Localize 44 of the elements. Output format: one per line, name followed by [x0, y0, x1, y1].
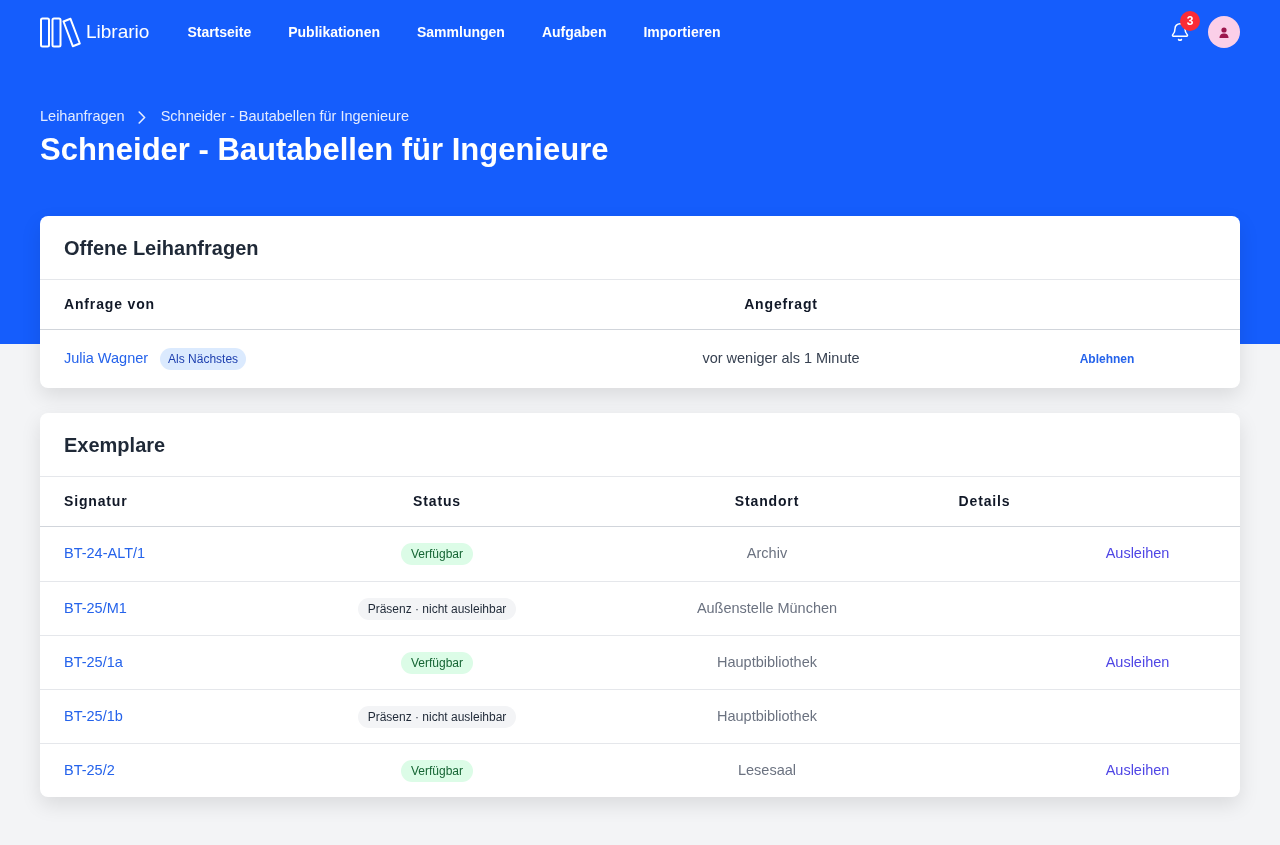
location-text: Hauptbibliothek	[717, 706, 817, 726]
column-header: Anfrage von	[64, 295, 155, 314]
call-number-link[interactable]: BT-25/2	[64, 759, 115, 782]
nav-link[interactable]: Aufgaben	[541, 21, 607, 43]
column-header: Signatur	[64, 492, 128, 511]
location-text: Archiv	[746, 544, 788, 564]
card-title: Exemplare	[64, 432, 166, 458]
column-header: Status	[413, 492, 461, 511]
column-header: Angefragt	[744, 295, 818, 314]
page-title: Schneider - Bautabellen für Ingenieure	[40, 132, 610, 168]
call-number-link[interactable]: BT-25/M1	[64, 597, 127, 620]
requester-link[interactable]: Julia Wagner	[64, 348, 149, 370]
brand-name: Librario	[86, 19, 150, 44]
nav-link[interactable]: Sammlungen	[417, 21, 505, 43]
request-time: vor weniger als 1 Minute	[702, 349, 860, 369]
call-number-link[interactable]: BT-24-ALT/1	[64, 543, 146, 565]
status-badge: Verfügbar	[400, 651, 473, 674]
column-header: Details	[958, 492, 1011, 511]
status-badge: Präsenz · nicht ausleihbar	[357, 705, 517, 728]
lend-button[interactable]: Ausleihen	[1105, 651, 1170, 674]
nav-link[interactable]: Publikationen	[288, 21, 380, 43]
card-title: Offene Leihanfragen	[64, 235, 259, 261]
call-number-link[interactable]: BT-25/1b	[64, 705, 123, 728]
location-text: Hauptbibliothek	[717, 652, 817, 672]
call-number-link[interactable]: BT-25/1a	[64, 651, 123, 674]
status-badge: Verfügbar	[400, 543, 473, 565]
status-badge: Verfügbar	[400, 759, 473, 782]
location-text: Lesesaal	[737, 760, 796, 780]
person-icon	[1219, 26, 1229, 38]
breadcrumb-link[interactable]: Leihanfragen	[40, 106, 125, 128]
location-text: Außenstelle München	[696, 598, 838, 618]
lend-button[interactable]: Ausleihen	[1105, 759, 1170, 782]
lend-button[interactable]: Ausleihen	[1105, 543, 1170, 565]
nav-link[interactable]: Importieren	[643, 21, 721, 43]
nav-link[interactable]: Startseite	[187, 21, 252, 43]
books-logo-icon	[40, 16, 81, 48]
breadcrumb-current: Schneider - Bautabellen für Ingenieure	[160, 107, 409, 127]
status-badge: Präsenz · nicht ausleihbar	[357, 597, 517, 620]
avatar-button[interactable]	[1208, 16, 1240, 48]
column-header: Standort	[734, 492, 800, 511]
decline-button[interactable]: Ablehnen	[1079, 350, 1135, 368]
notification-count: 3	[1180, 11, 1200, 31]
queue-badge: Als Nächstes	[160, 348, 247, 370]
chevron-right-icon	[137, 110, 146, 124]
